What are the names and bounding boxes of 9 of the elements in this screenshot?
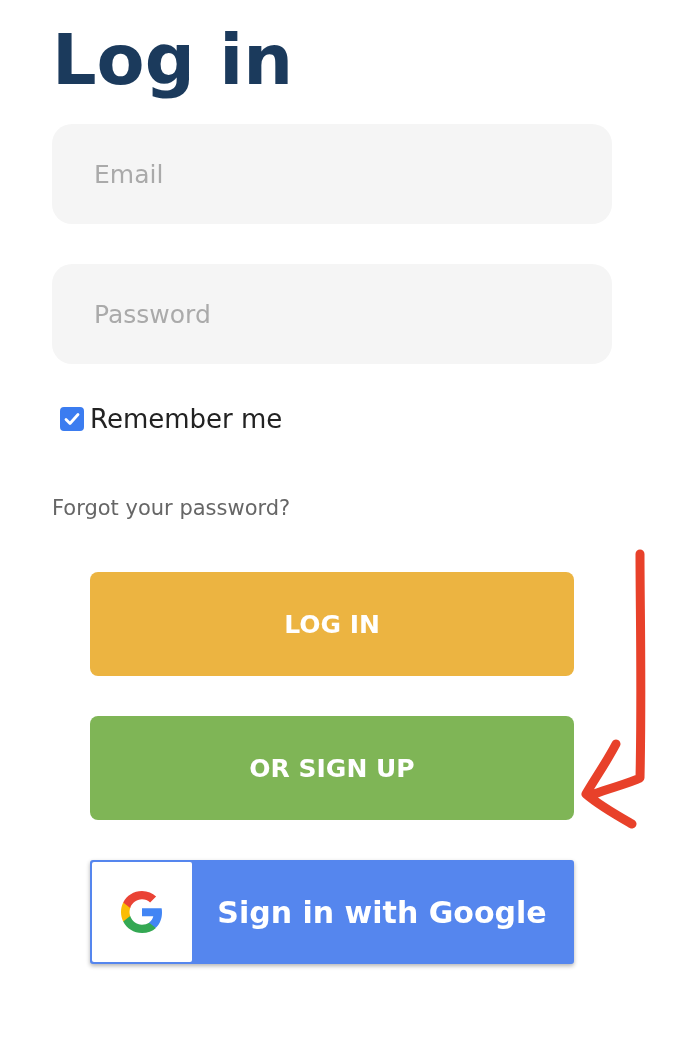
page-title: Log in	[52, 18, 294, 102]
action-button[interactable]: OR SIGN UP	[90, 716, 574, 820]
input-field[interactable]: Email	[52, 124, 612, 224]
input-field[interactable]: Password	[52, 264, 612, 364]
checkbox[interactable]	[60, 407, 84, 431]
remember-label: Remember me	[90, 404, 283, 434]
action-button[interactable]: LOG IN	[90, 572, 574, 676]
forgot-password-link[interactable]: Forgot your password?	[52, 496, 291, 520]
google-sign-in-button[interactable]: Sign in with Google	[90, 860, 574, 964]
